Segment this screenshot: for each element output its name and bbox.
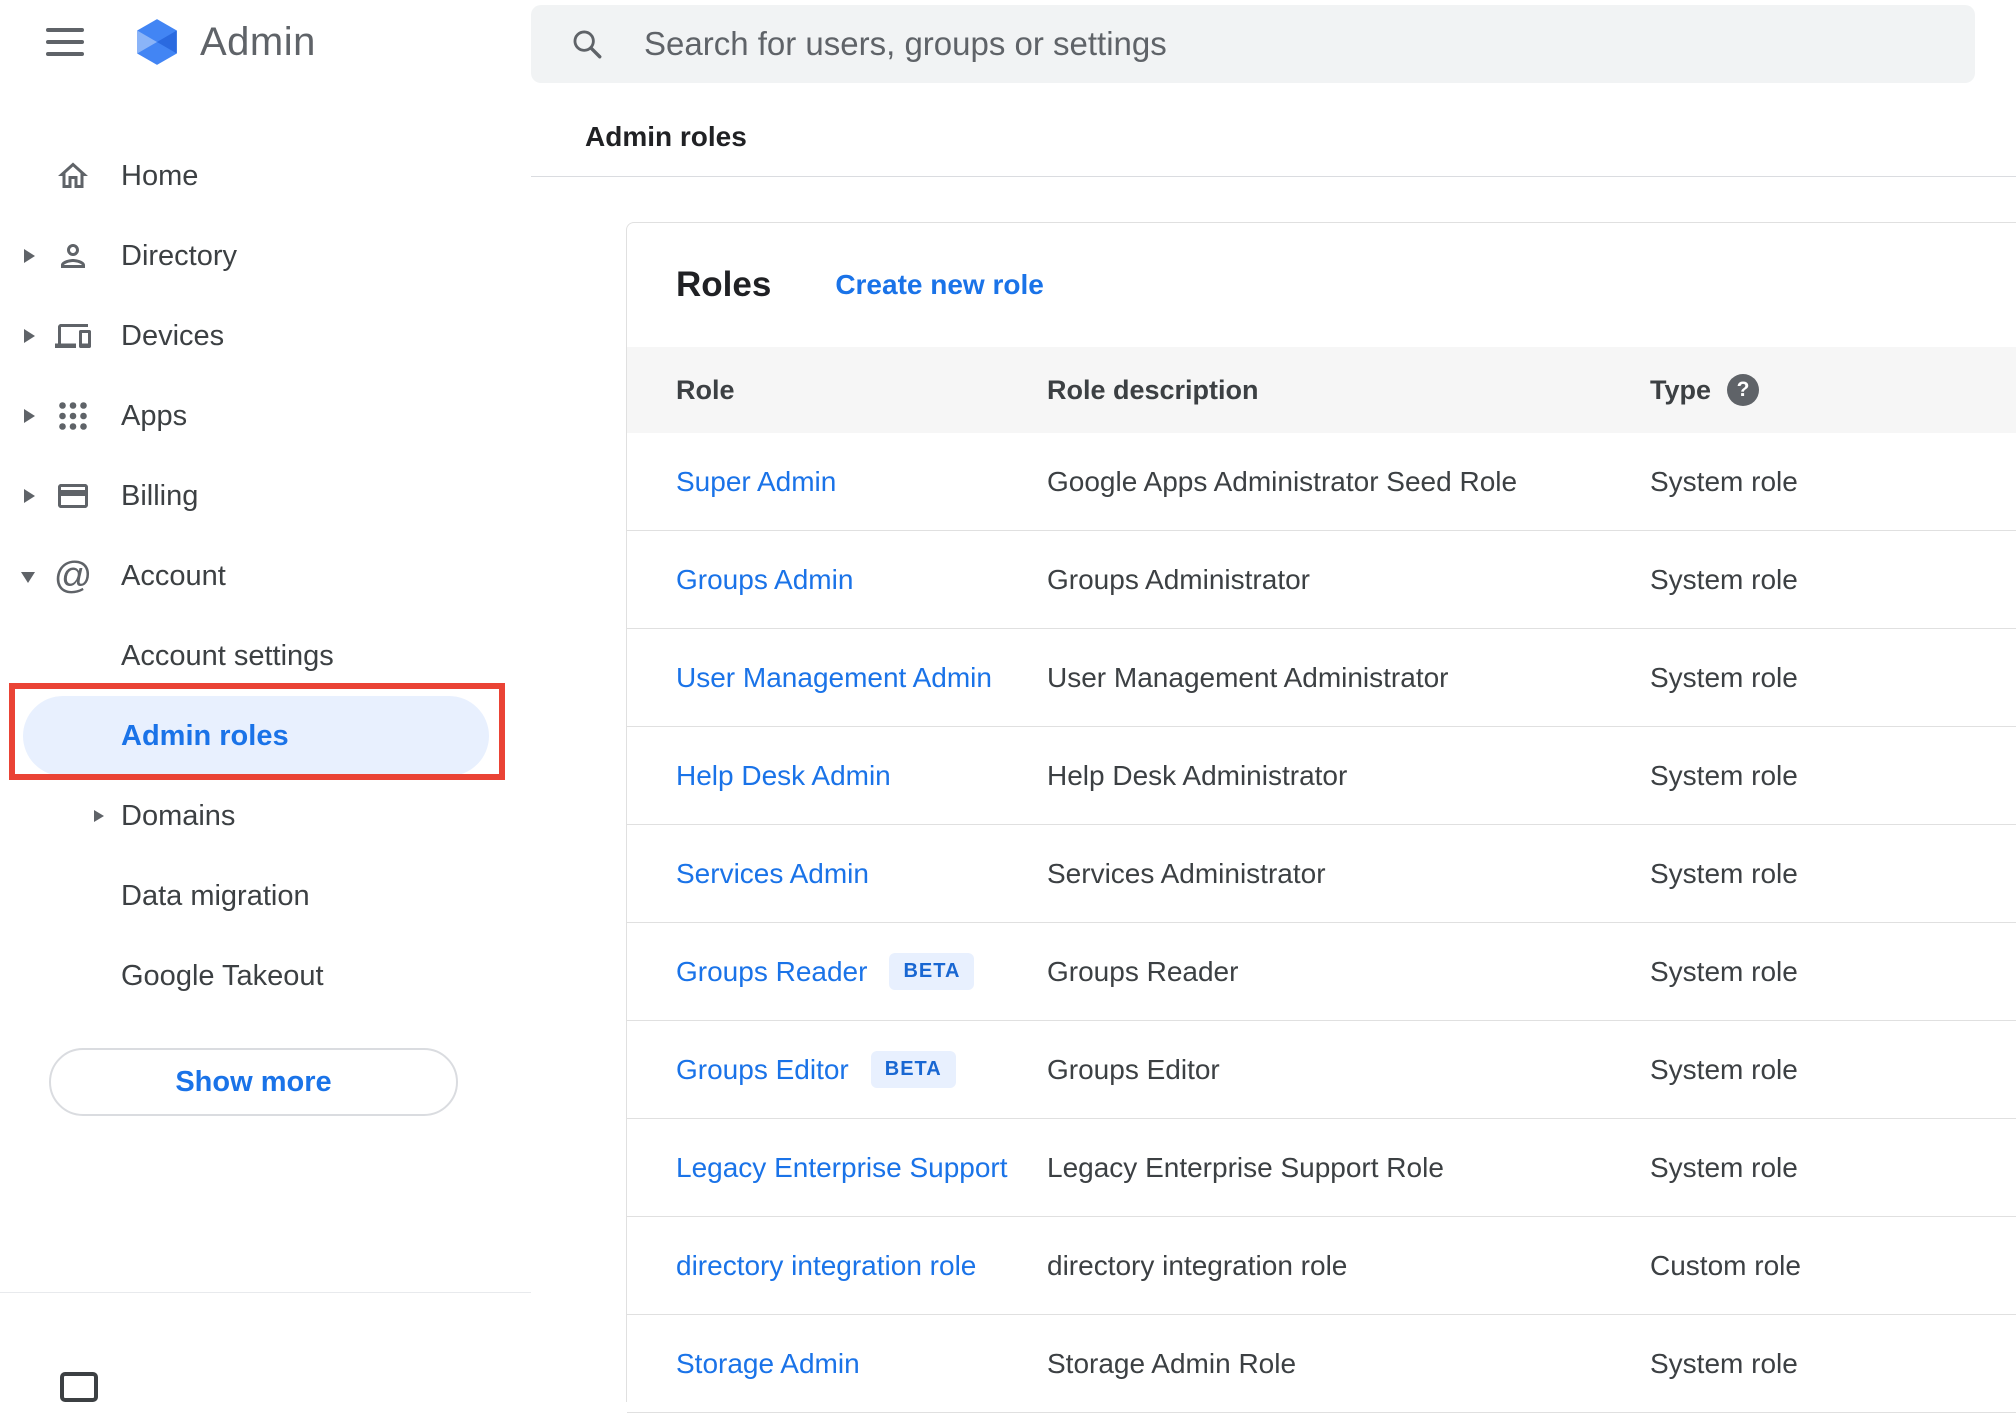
admin-logo-icon: [137, 19, 177, 65]
sidebar-item-account[interactable]: @ Account: [0, 536, 531, 616]
sidebar-item-label: Apps: [121, 399, 188, 432]
table-row: Storage Admin Storage Admin Role System …: [627, 1315, 2016, 1413]
role-description: directory integration role: [1047, 1249, 1348, 1281]
sidebar-item-billing[interactable]: Billing: [0, 456, 531, 536]
role-type: System role: [1650, 955, 1798, 987]
table-row: Super Admin Google Apps Administrator Se…: [627, 433, 2016, 531]
role-description: Legacy Enterprise Support Role: [1047, 1151, 1444, 1183]
role-description: Groups Administrator: [1047, 563, 1310, 595]
role-description: Groups Reader: [1047, 955, 1239, 987]
role-type: System role: [1650, 857, 1798, 889]
sidebar-item-devices[interactable]: Devices: [0, 296, 531, 376]
sidebar-item-domains[interactable]: Domains: [0, 776, 531, 856]
role-type: System role: [1650, 1151, 1798, 1183]
table-row: Groups Editor BETA Groups Editor System …: [627, 1021, 2016, 1119]
search-input[interactable]: [644, 25, 1975, 63]
role-link[interactable]: Help Desk Admin: [676, 760, 891, 792]
sidebar-item-label: Billing: [121, 479, 199, 512]
beta-badge: BETA: [889, 953, 975, 990]
sidebar-item-label: Domains: [121, 799, 236, 832]
search-bar[interactable]: [531, 5, 1975, 83]
table-row: Groups Reader BETA Groups Reader System …: [627, 923, 2016, 1021]
sidebar-nav: Home Directory Devices Apps Billing @ Ac…: [0, 136, 531, 1016]
chevron-right-icon[interactable]: [94, 810, 104, 822]
role-type: System role: [1650, 1053, 1798, 1085]
role-link[interactable]: Storage Admin: [676, 1348, 860, 1380]
sidebar-header: Admin: [0, 0, 531, 84]
sidebar-item-account-settings[interactable]: Account settings: [0, 616, 531, 696]
table-row: Help Desk Admin Help Desk Administrator …: [627, 727, 2016, 825]
sidebar-item-label: Directory: [121, 239, 238, 272]
sidebar-item-admin-roles[interactable]: Admin roles: [23, 696, 489, 776]
chevron-down-icon[interactable]: [21, 572, 35, 583]
role-link[interactable]: Groups Admin: [676, 564, 853, 596]
devices-icon: [55, 318, 91, 354]
chevron-right-icon[interactable]: [24, 329, 35, 343]
role-type: System role: [1650, 661, 1798, 693]
person-icon: [55, 238, 91, 274]
home-icon: [55, 158, 91, 194]
col-header-description: Role description: [1047, 374, 1259, 405]
show-more-button[interactable]: Show more: [49, 1048, 458, 1116]
at-icon: @: [53, 555, 93, 597]
app-title: Admin: [200, 19, 316, 64]
sidebar-item-home[interactable]: Home: [0, 136, 531, 216]
beta-badge: BETA: [870, 1051, 956, 1088]
sidebar-bottom-divider: [0, 1292, 531, 1293]
sidebar-item-directory[interactable]: Directory: [0, 216, 531, 296]
role-description: Groups Editor: [1047, 1053, 1220, 1085]
table-row: User Management Admin User Management Ad…: [627, 629, 2016, 727]
sidebar-item-data-migration[interactable]: Data migration: [0, 856, 531, 936]
table-row: directory integration role directory int…: [627, 1217, 2016, 1315]
sidebar-item-label: Admin roles: [121, 719, 289, 752]
header-divider: [531, 176, 2016, 177]
col-header-type: Type: [1650, 374, 1712, 405]
table-row: Services Admin Services Administrator Sy…: [627, 825, 2016, 923]
apps-grid-icon: [55, 398, 91, 434]
role-type: System role: [1650, 465, 1798, 497]
role-link[interactable]: Services Admin: [676, 858, 869, 890]
role-type: System role: [1650, 1347, 1798, 1379]
role-description: Storage Admin Role: [1047, 1347, 1297, 1379]
role-description: User Management Administrator: [1047, 661, 1449, 693]
role-type: System role: [1650, 563, 1798, 595]
sidebar-item-label: Account: [121, 559, 226, 592]
partial-bottom-icon: [60, 1372, 98, 1402]
create-new-role-link[interactable]: Create new role: [835, 269, 1044, 301]
table-row: Groups Admin Groups Administrator System…: [627, 531, 2016, 629]
role-description: Services Administrator: [1047, 857, 1326, 889]
role-link[interactable]: Super Admin: [676, 466, 836, 498]
sidebar-item-label: Devices: [121, 319, 225, 352]
table-row: Legacy Enterprise Support Legacy Enterpr…: [627, 1119, 2016, 1217]
sidebar-item-label: Google Takeout: [121, 959, 324, 992]
sidebar-item-label: Data migration: [121, 879, 310, 912]
sidebar-item-google-takeout[interactable]: Google Takeout: [0, 936, 531, 1016]
roles-card: Roles Create new role Role Role descript…: [626, 222, 2016, 1413]
chevron-right-icon[interactable]: [24, 489, 35, 503]
credit-card-icon: [55, 478, 91, 514]
sidebar-item-label: Account settings: [121, 639, 334, 672]
breadcrumb: Admin roles: [585, 121, 747, 152]
col-header-role: Role: [676, 374, 735, 405]
card-title: Roles: [676, 265, 772, 304]
sidebar: Admin Home Directory Devices Apps Billin…: [0, 0, 531, 1402]
chevron-right-icon[interactable]: [24, 409, 35, 423]
role-description: Help Desk Administrator: [1047, 759, 1348, 791]
chevron-right-icon[interactable]: [24, 249, 35, 263]
sidebar-item-label: Home: [121, 159, 199, 192]
role-link[interactable]: Groups Editor: [676, 1054, 849, 1086]
role-type: Custom role: [1650, 1249, 1801, 1281]
table-header-row: Role Role description Type ?: [627, 347, 2016, 433]
role-link[interactable]: Legacy Enterprise Support: [676, 1152, 1008, 1184]
help-icon[interactable]: ?: [1727, 374, 1760, 406]
search-icon: [573, 30, 602, 59]
card-header: Roles Create new role: [627, 223, 2016, 347]
sidebar-item-apps[interactable]: Apps: [0, 376, 531, 456]
role-link[interactable]: directory integration role: [676, 1250, 976, 1282]
role-link[interactable]: Groups Reader: [676, 956, 867, 988]
menu-icon[interactable]: [46, 28, 84, 56]
role-link[interactable]: User Management Admin: [676, 662, 992, 694]
role-description: Google Apps Administrator Seed Role: [1047, 465, 1518, 497]
role-type: System role: [1650, 759, 1798, 791]
